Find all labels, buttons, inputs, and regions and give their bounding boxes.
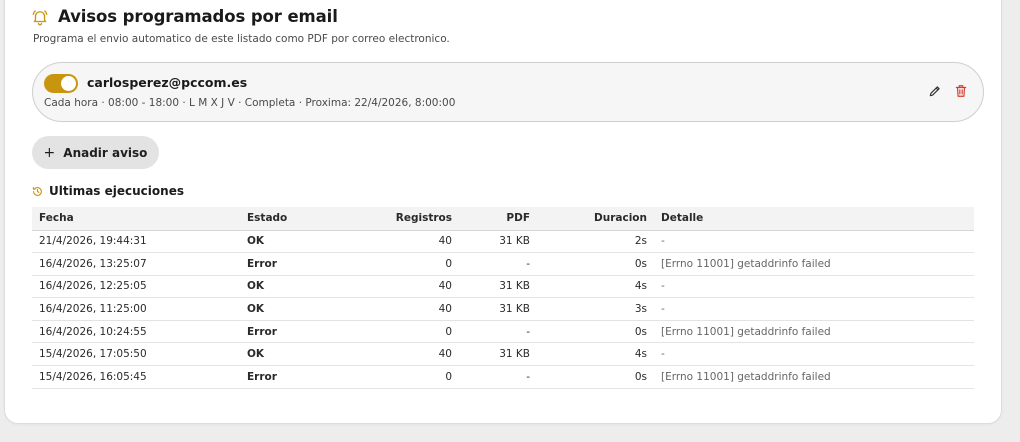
cell-registros: 40: [354, 230, 459, 254]
status-badge: OK: [240, 297, 354, 321]
runs-header: Ultimas ejecuciones: [32, 184, 184, 198]
status-badge: OK: [240, 275, 354, 299]
edit-schedule-button[interactable]: [928, 84, 942, 98]
runs-table: Fecha Estado Registros PDF Duracion Deta…: [32, 207, 974, 389]
cell-pdf: -: [459, 320, 537, 344]
col-detalle: Detalle: [654, 207, 974, 231]
cell-fecha: 16/4/2026, 11:25:00: [32, 297, 240, 321]
cell-detalle: -: [654, 275, 974, 299]
plus-icon: +: [43, 144, 56, 161]
cell-fecha: 16/4/2026, 12:25:05: [32, 275, 240, 299]
cell-pdf: 31 KB: [459, 342, 537, 367]
pencil-icon: [929, 86, 940, 97]
cell-duracion: 2s: [537, 230, 654, 254]
cell-fecha: 16/4/2026, 13:25:07: [32, 252, 240, 276]
page-title: Avisos programados por email: [58, 7, 338, 26]
col-estado: Estado: [240, 207, 354, 231]
add-alert-label: Anadir aviso: [63, 145, 148, 160]
cell-registros: 40: [354, 297, 459, 321]
cell-pdf: -: [459, 365, 537, 389]
table-row: 15/4/2026, 16:05:45 Error 0 - 0s [Errno …: [32, 365, 974, 389]
cell-detalle: -: [654, 297, 974, 321]
history-icon: [32, 186, 43, 197]
status-badge: Error: [240, 252, 354, 276]
bell-icon: [31, 8, 49, 26]
cell-detalle: -: [654, 342, 974, 367]
col-pdf: PDF: [459, 207, 537, 231]
cell-detalle: [Errno 11001] getaddrinfo failed: [654, 320, 974, 344]
status-badge: Error: [240, 320, 354, 344]
cell-registros: 0: [354, 365, 459, 389]
cell-duracion: 4s: [537, 342, 654, 367]
status-badge: OK: [240, 230, 354, 254]
cell-duracion: 4s: [537, 275, 654, 299]
runs-title: Ultimas ejecuciones: [49, 184, 184, 198]
table-row: 16/4/2026, 11:25:00 OK 40 31 KB 3s -: [32, 297, 974, 321]
table-row: 15/4/2026, 17:05:50 OK 40 31 KB 4s -: [32, 342, 974, 367]
add-alert-button[interactable]: + Anadir aviso: [32, 136, 159, 169]
cell-pdf: 31 KB: [459, 230, 537, 254]
cell-registros: 0: [354, 320, 459, 344]
cell-fecha: 15/4/2026, 16:05:45: [32, 365, 240, 389]
cell-fecha: 16/4/2026, 10:24:55: [32, 320, 240, 344]
table-row: 16/4/2026, 12:25:05 OK 40 31 KB 4s -: [32, 275, 974, 299]
page-subtitle: Programa el envio automatico de este lis…: [33, 33, 450, 45]
cell-detalle: -: [654, 230, 974, 254]
table-row: 16/4/2026, 13:25:07 Error 0 - 0s [Errno …: [32, 252, 974, 276]
cell-detalle: [Errno 11001] getaddrinfo failed: [654, 365, 974, 389]
schedule-enabled-toggle[interactable]: [44, 74, 78, 93]
toggle-knob: [61, 76, 76, 91]
table-header-row: Fecha Estado Registros PDF Duracion Deta…: [32, 207, 974, 231]
cell-duracion: 0s: [537, 365, 654, 389]
trash-icon: [955, 85, 967, 97]
cell-duracion: 0s: [537, 320, 654, 344]
cell-registros: 40: [354, 342, 459, 367]
cell-fecha: 21/4/2026, 19:44:31: [32, 230, 240, 254]
section-header: Avisos programados por email: [31, 7, 338, 26]
cell-duracion: 0s: [537, 252, 654, 276]
scheduled-alerts-card: Avisos programados por email Programa el…: [4, 0, 1002, 424]
cell-detalle: [Errno 11001] getaddrinfo failed: [654, 252, 974, 276]
schedule-meta: Cada hora · 08:00 - 18:00 · L M X J V · …: [44, 97, 456, 109]
table-row: 21/4/2026, 19:44:31 OK 40 31 KB 2s -: [32, 230, 974, 254]
cell-pdf: -: [459, 252, 537, 276]
delete-schedule-button[interactable]: [954, 83, 968, 99]
status-badge: OK: [240, 342, 354, 367]
col-duracion: Duracion: [537, 207, 654, 231]
cell-fecha: 15/4/2026, 17:05:50: [32, 342, 240, 367]
cell-pdf: 31 KB: [459, 297, 537, 321]
table-row: 16/4/2026, 10:24:55 Error 0 - 0s [Errno …: [32, 320, 974, 344]
col-fecha: Fecha: [32, 207, 240, 231]
col-registros: Registros: [354, 207, 459, 231]
cell-registros: 0: [354, 252, 459, 276]
cell-duracion: 3s: [537, 297, 654, 321]
schedule-email: carlosperez@pccom.es: [87, 75, 248, 90]
status-badge: Error: [240, 365, 354, 389]
cell-pdf: 31 KB: [459, 275, 537, 299]
cell-registros: 40: [354, 275, 459, 299]
schedule-item: carlosperez@pccom.es Cada hora · 08:00 -…: [32, 62, 984, 122]
